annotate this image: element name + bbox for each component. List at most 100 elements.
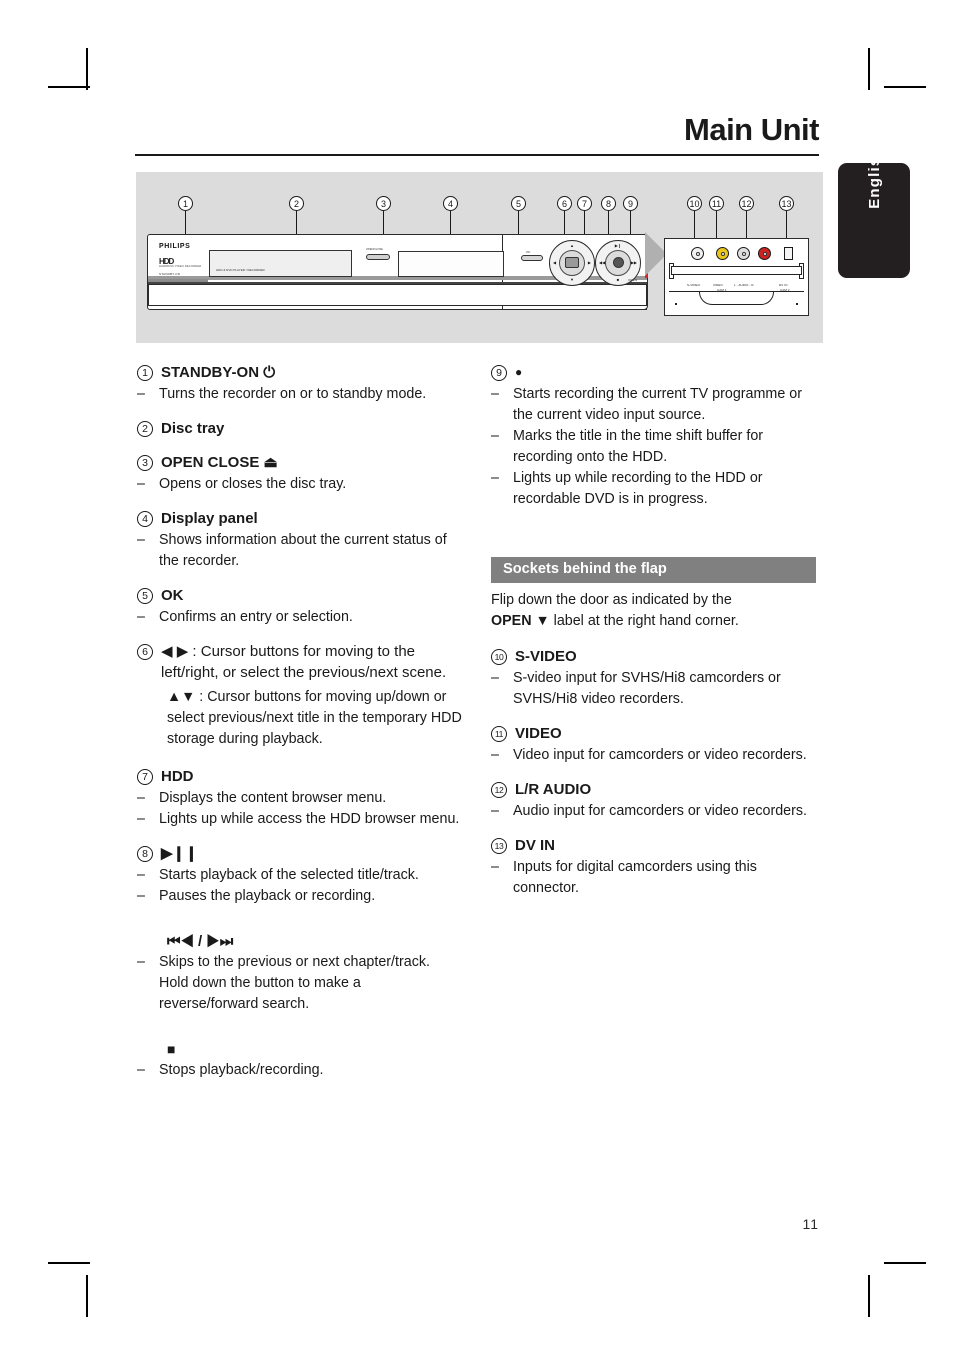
entry-9-number: 9 [491,365,507,381]
ok-label: OK [526,250,531,254]
sockets-intro-line-2-rest: label at the right hand corner. [553,613,739,629]
entry-8-bullet-1-text: Starts playback of the selected title/tr… [159,867,419,883]
entry-2-number: 2 [137,421,153,437]
entry-9-bullet-2: – Marks the title in the time shift buff… [491,426,816,468]
sockets-intro-paragraph: Flip down the door as indicated by the O… [491,590,816,632]
entry-3-bullet-1: – Opens or closes the disc tray. [137,474,462,495]
entry-3-bullet-1-text: Opens or closes the disc tray. [159,476,347,492]
dash-marker: – [137,1062,145,1078]
dash-marker: – [491,670,499,686]
socket-foot-dot-right [796,303,798,305]
dash-marker: – [137,811,145,827]
entry-3-number: 3 [137,455,153,471]
eject-icon: ⏏ [263,454,278,471]
entry-4-bullet-1-text: Shows information about the current stat… [159,532,447,569]
power-icon: ⏻ [263,364,276,381]
page-title: Main Unit [684,112,820,147]
display-panel [398,251,504,277]
open-close-label: OPEN/CLOSE [366,248,383,251]
dash-marker: – [491,386,499,402]
ok-button [521,255,543,261]
hdd-button [565,257,579,268]
entry-1-bullet-1-text: Turns the recorder on or to standby mode… [159,386,427,402]
sockets-intro-line-1: Flip down the door as indicated by the [491,592,732,608]
entry-11-header: 11 VIDEO [491,723,816,744]
dash-marker: – [491,747,499,763]
cursor-right-icon: ▶ [587,260,591,265]
dash-marker: – [137,954,145,970]
entry-8-bullet-2: – Pauses the playback or recording. [137,886,462,907]
play-pause-icon: ▶❙ [614,243,622,248]
standby-on-label: STANDBY-ON [159,272,181,276]
entry-open-close: 3 OPEN CLOSE ⏏ – Opens or closes the dis… [137,452,462,495]
main-unit-diagram: 1 2 3 4 5 6 7 8 9 10 11 12 13 PHILIPS HD… [136,172,823,343]
entry-play-pause: 8 ▶❙❙ – Starts playback of the selected … [137,843,462,1081]
entry-5-title: OK [161,587,184,604]
entry-6-number: 6 [137,644,153,660]
left-text-column: 1 STANDBY-ON ⏻ – Turns the recorder on o… [137,362,462,1081]
page-number: 11 [802,1216,819,1232]
entry-disc-tray: 2 Disc tray [137,418,462,439]
entry-8-sub2-bullet-1: – Stops playback/recording. [137,1060,462,1081]
entry-12-number: 12 [491,782,507,798]
callout-12: 12 [739,196,754,211]
entry-10-title: S-VIDEO [515,648,577,665]
standby-on-button [148,279,208,282]
audio-right-jack [758,247,771,260]
stop-glyph-icon: ■ [167,1041,176,1057]
entry-1-number: 1 [137,365,153,381]
callout-9: 9 [623,196,638,211]
entry-8-spacer-1 [137,907,462,931]
dash-marker: – [137,476,145,492]
entry-5-number: 5 [137,588,153,604]
entry-5-bullet-1: – Confirms an entry or selection. [137,607,462,628]
entry-3-title: OPEN CLOSE [161,454,260,471]
hdd-logo-sublabel: HARDDISK VIDEO RECORDER [159,265,202,268]
callout-7: 7 [577,196,592,211]
entry-4-header: 4 Display panel [137,508,462,529]
callout-4: 4 [443,196,458,211]
entry-4-bullet-1: – Shows information about the current st… [137,530,462,572]
callout-13: 13 [779,196,794,211]
entry-3-title-row: OPEN CLOSE ⏏ [161,452,462,473]
entry-video: 11 VIDEO – Video input for camcorders or… [491,723,816,766]
entry-1-header: 1 STANDBY-ON ⏻ [137,362,462,383]
entry-record: 9 ● – Starts recording the current TV pr… [491,362,816,510]
entry-11-number: 11 [491,726,507,742]
entry-7-bullet-1: – Displays the content browser menu. [137,788,462,809]
entry-12-bullet-1: – Audio input for camcorders or video re… [491,801,816,822]
entry-standby-on: 1 STANDBY-ON ⏻ – Turns the recorder on o… [137,362,462,405]
entry-lr-audio: 12 L/R AUDIO – Audio input for camcorder… [491,779,816,822]
sockets-banner: Sockets behind the flap [491,557,816,583]
entry-5-bullet-1-text: Confirms an entry or selection. [159,609,353,625]
entry-dv-in: 13 DV IN – Inputs for digital camcorders… [491,835,816,899]
crop-mark-top-left-v [86,48,88,90]
entry-5-header: 5 OK [137,585,462,606]
sockets-intro-line-2: OPEN ▼ label at the right hand corner. [491,611,816,632]
dash-marker: – [137,888,145,904]
socket-label-s-video: S-VIDEO [687,283,701,287]
socket-panel-notch [698,292,775,305]
skip-glyph-icon: ⏮◀ / ▶⏭ [167,933,234,950]
audio-left-jack-pin [741,251,746,256]
dash-marker: – [491,470,499,486]
entry-13-bullet-1: – Inputs for digital camcorders using th… [491,857,816,899]
entry-2-title: Disc tray [161,420,225,437]
entry-1-title-row: STANDBY-ON ⏻ [161,362,462,383]
entry-13-bullet-1-text: Inputs for digital camcorders using this… [513,859,757,896]
entry-8-sub1-bullet-1: – Skips to the previous or next chapter/… [137,952,462,1015]
down-triangle-icon: ▼ [535,613,550,629]
s-video-jack [691,247,704,260]
stop-icon: ■ [616,277,620,282]
disc-tray [209,250,352,277]
dash-marker: – [137,386,145,402]
entry-s-video: 10 S-VIDEO – S-video input for SVHS/Hi8 … [491,646,816,710]
title-divider [135,154,819,156]
crop-mark-bottom-left-v [86,1275,88,1317]
entry-1-bullet-1: – Turns the recorder on or to standby mo… [137,384,462,405]
cursor-up-icon: ▲ [570,243,574,248]
entry-7-number: 7 [137,769,153,785]
open-label-bold: OPEN [491,613,532,629]
callout-3: 3 [376,196,391,211]
play-pause-glyph-icon: ▶❙❙ [161,845,198,862]
